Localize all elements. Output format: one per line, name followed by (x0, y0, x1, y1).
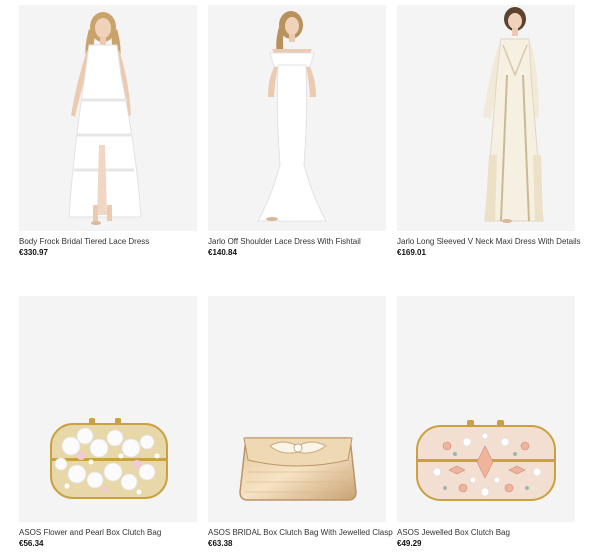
product-price: €63.38 (208, 539, 233, 548)
product-title[interactable]: Jarlo Off Shoulder Lace Dress With Fisht… (208, 237, 398, 247)
product-title[interactable]: ASOS Flower and Pearl Box Clutch Bag (19, 528, 209, 538)
product-title[interactable]: Jarlo Long Sleeved V Neck Maxi Dress Wit… (397, 237, 587, 247)
product-price: €169.01 (397, 248, 426, 257)
product-image[interactable] (208, 296, 386, 522)
product-price: €56.34 (19, 539, 44, 548)
product-image[interactable] (19, 296, 197, 522)
product-image[interactable] (208, 5, 386, 231)
product-title[interactable]: ASOS Jewelled Box Clutch Bag (397, 528, 587, 538)
product-grid: Body Frock Bridal Tiered Lace Dress €330… (0, 0, 600, 555)
product-price: €49.29 (397, 539, 422, 548)
product-image[interactable] (397, 5, 575, 231)
product-price: €140.84 (208, 248, 237, 257)
product-image[interactable] (19, 5, 197, 231)
product-title[interactable]: Body Frock Bridal Tiered Lace Dress (19, 237, 209, 247)
product-price: €330.97 (19, 248, 48, 257)
product-image[interactable] (397, 296, 575, 522)
product-title[interactable]: ASOS BRIDAL Box Clutch Bag With Jewelled… (208, 528, 398, 538)
